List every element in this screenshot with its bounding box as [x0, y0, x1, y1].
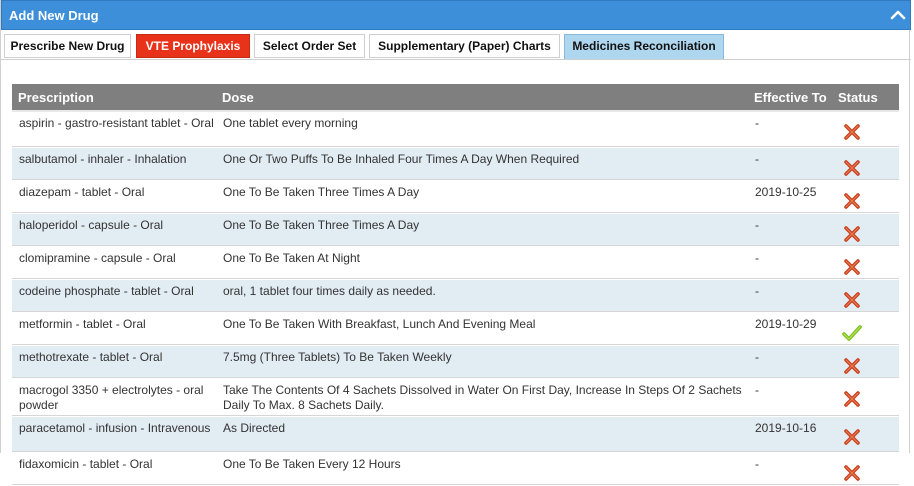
dose-cell: 7.5mg (Three Tablets) To Be Taken Weekly: [216, 345, 748, 379]
chevron-up-icon[interactable]: [890, 7, 906, 23]
effective-to-cell: 2019-10-16: [748, 416, 832, 453]
tab-supplementary-charts[interactable]: Supplementary (Paper) Charts: [369, 34, 560, 58]
status-cell: [832, 147, 899, 181]
status-cell: [832, 345, 899, 379]
cross-icon[interactable]: [842, 225, 862, 243]
column-header-dose[interactable]: Dose: [216, 84, 748, 112]
cross-icon[interactable]: [842, 123, 862, 141]
prescription-table-container: Prescription Dose Effective To Status as…: [12, 84, 899, 486]
check-icon[interactable]: [842, 324, 862, 342]
dose-cell: Take The Contents Of 4 Sachets Dissolved…: [216, 378, 748, 417]
cross-icon[interactable]: [842, 258, 862, 276]
cross-icon[interactable]: [842, 464, 862, 482]
prescription-cell: codeine phosphate - tablet - Oral: [12, 279, 216, 313]
status-cell: [832, 312, 899, 346]
table-row[interactable]: paracetamol - infusion - Intravenous As D…: [12, 416, 899, 453]
column-header-status[interactable]: Status: [832, 84, 899, 112]
prescription-cell: clomipramine - capsule - Oral: [12, 246, 216, 280]
prescription-cell: macrogol 3350 + electrolytes - oral powd…: [12, 378, 216, 417]
tab-vte-prophylaxis[interactable]: VTE Prophylaxis: [136, 34, 250, 58]
tab-select-order-set[interactable]: Select Order Set: [254, 34, 365, 58]
table-row[interactable]: haloperidol - capsule - Oral One To Be Ta…: [12, 213, 899, 247]
table-row[interactable]: fidaxomicin - tablet - Oral One To Be Tak…: [12, 452, 899, 486]
tab-prescribe-new-drug[interactable]: Prescribe New Drug: [4, 34, 131, 58]
table-row[interactable]: aspirin - gastro-resistant tablet - Oral…: [12, 111, 899, 148]
dose-cell: oral, 1 tablet four times daily as neede…: [216, 279, 748, 313]
status-cell: [832, 111, 899, 148]
dose-cell: As Directed: [216, 416, 748, 453]
prescription-table: Prescription Dose Effective To Status as…: [12, 84, 899, 486]
cross-icon[interactable]: [842, 390, 862, 408]
cross-icon[interactable]: [842, 159, 862, 177]
dose-cell: One To Be Taken Three Times A Day: [216, 180, 748, 214]
status-cell: [832, 416, 899, 453]
table-header-row: Prescription Dose Effective To Status: [12, 84, 899, 112]
effective-to-cell: 2019-10-25: [748, 180, 832, 214]
status-cell: [832, 378, 899, 417]
table-row[interactable]: methotrexate - tablet - Oral 7.5mg (Three…: [12, 345, 899, 379]
column-header-effective-to[interactable]: Effective To: [748, 84, 832, 112]
table-row[interactable]: clomipramine - capsule - Oral One To Be T…: [12, 246, 899, 280]
prescription-cell: paracetamol - infusion - Intravenous: [12, 416, 216, 453]
dose-cell: One To Be Taken Three Times A Day: [216, 213, 748, 247]
effective-to-cell: -: [748, 246, 832, 280]
effective-to-cell: -: [748, 279, 832, 313]
status-cell: [832, 246, 899, 280]
dose-cell: One tablet every morning: [216, 111, 748, 148]
effective-to-cell: -: [748, 213, 832, 247]
prescription-cell: fidaxomicin - tablet - Oral: [12, 452, 216, 486]
effective-to-cell: -: [748, 147, 832, 181]
effective-to-cell: -: [748, 345, 832, 379]
prescription-cell: metformin - tablet - Oral: [12, 312, 216, 346]
table-row[interactable]: codeine phosphate - tablet - Oral oral, 1…: [12, 279, 899, 313]
tab-medicines-reconciliation[interactable]: Medicines Reconciliation: [564, 34, 724, 60]
panel-header[interactable]: Add New Drug: [1, 0, 911, 30]
status-cell: [832, 213, 899, 247]
cross-icon[interactable]: [842, 291, 862, 309]
status-cell: [832, 279, 899, 313]
effective-to-cell: -: [748, 378, 832, 417]
effective-to-cell: 2019-10-29: [748, 312, 832, 346]
effective-to-cell: -: [748, 111, 832, 148]
prescription-cell: methotrexate - tablet - Oral: [12, 345, 216, 379]
dose-cell: One To Be Taken With Breakfast, Lunch An…: [216, 312, 748, 346]
table-row[interactable]: metformin - tablet - Oral One To Be Taken…: [12, 312, 899, 346]
prescription-cell: aspirin - gastro-resistant tablet - Oral: [12, 111, 216, 148]
dose-cell: One Or Two Puffs To Be Inhaled Four Time…: [216, 147, 748, 181]
status-cell: [832, 180, 899, 214]
panel-title: Add New Drug: [9, 8, 99, 23]
table-row[interactable]: salbutamol - inhaler - Inhalation One Or …: [12, 147, 899, 181]
cross-icon[interactable]: [842, 428, 862, 446]
add-new-drug-panel: Add New Drug Prescribe New Drug VTE Prop…: [0, 0, 911, 486]
prescription-cell: diazepam - tablet - Oral: [12, 180, 216, 214]
cross-icon[interactable]: [842, 192, 862, 210]
tab-bar: Prescribe New Drug VTE Prophylaxis Selec…: [1, 30, 911, 60]
dose-cell: One To Be Taken At Night: [216, 246, 748, 280]
effective-to-cell: -: [748, 452, 832, 486]
table-row[interactable]: diazepam - tablet - Oral One To Be Taken …: [12, 180, 899, 214]
tab-divider: [1, 59, 911, 60]
cross-icon[interactable]: [842, 357, 862, 375]
dose-cell: One To Be Taken Every 12 Hours: [216, 452, 748, 486]
status-cell: [832, 452, 899, 486]
column-header-prescription[interactable]: Prescription: [12, 84, 216, 112]
table-row[interactable]: macrogol 3350 + electrolytes - oral powd…: [12, 378, 899, 417]
prescription-cell: salbutamol - inhaler - Inhalation: [12, 147, 216, 181]
prescription-cell: haloperidol - capsule - Oral: [12, 213, 216, 247]
